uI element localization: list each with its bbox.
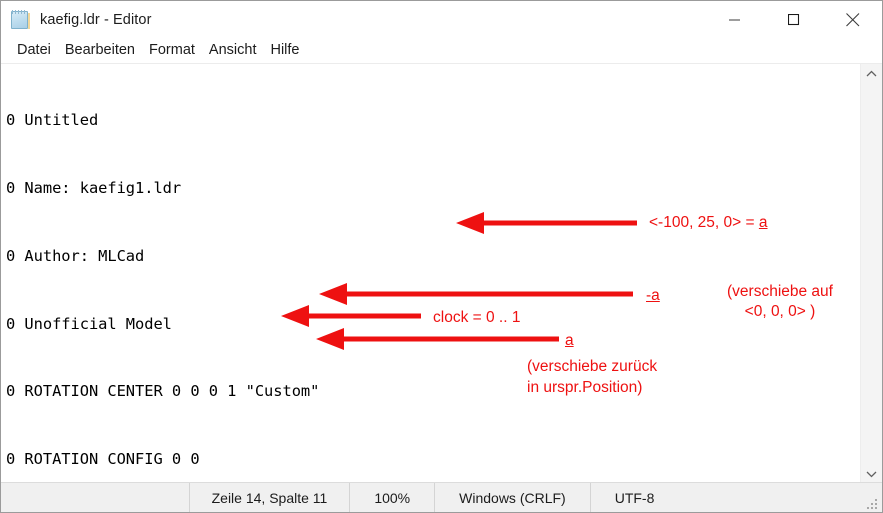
editor-area: 0 Untitled 0 Name: kaefig1.ldr 0 Author:… — [1, 63, 882, 484]
code-line: 0 Name: kaefig1.ldr — [6, 178, 182, 197]
menu-item-hilfe[interactable]: Hilfe — [263, 40, 306, 61]
status-spacer — [678, 483, 866, 513]
minimize-button[interactable] — [705, 1, 764, 38]
text-editor[interactable]: 0 Untitled 0 Name: kaefig1.ldr 0 Author:… — [1, 64, 860, 483]
minimize-icon — [728, 19, 740, 20]
maximize-icon — [787, 13, 799, 25]
status-bar: Zeile 14, Spalte 11 100% Windows (CRLF) … — [1, 482, 882, 512]
resize-grip-icon[interactable] — [866, 483, 882, 513]
title-bar: kaefig.ldr - Editor — [1, 1, 882, 38]
vertical-scrollbar[interactable] — [860, 64, 882, 484]
status-cursor-position: Zeile 14, Spalte 11 — [211, 489, 328, 506]
code-line: 0 ROTATION CENTER 0 0 0 1 "Custom" — [6, 382, 320, 401]
status-spacer — [1, 483, 189, 513]
scroll-up-button[interactable] — [861, 64, 882, 84]
notepad-icon — [10, 9, 31, 30]
notepad-window: kaefig.ldr - Editor Datei Bearbeiten For… — [0, 0, 883, 513]
menu-item-ansicht[interactable]: Ansicht — [202, 40, 264, 61]
scrollbar-track[interactable] — [861, 84, 882, 464]
maximize-button[interactable] — [764, 1, 823, 38]
status-line-endings[interactable]: Windows (CRLF) — [435, 483, 590, 513]
menu-item-datei[interactable]: Datei — [10, 40, 58, 61]
window-title: kaefig.ldr - Editor — [40, 11, 152, 28]
code-line: 0 Unofficial Model — [6, 314, 172, 333]
status-zoom[interactable]: 100% — [350, 483, 434, 513]
status-encoding[interactable]: UTF-8 — [591, 483, 679, 513]
code-line: 0 Author: MLCad — [6, 246, 145, 265]
text-content: 0 Untitled 0 Name: kaefig1.ldr 0 Author:… — [6, 64, 494, 483]
menu-item-format[interactable]: Format — [142, 40, 202, 61]
code-line: 0 ROTATION CONFIG 0 0 — [6, 450, 200, 469]
menu-bar: Datei Bearbeiten Format Ansicht Hilfe — [1, 38, 882, 63]
scroll-down-button[interactable] — [861, 464, 882, 484]
close-button[interactable] — [823, 1, 882, 38]
window-controls — [705, 1, 882, 38]
close-icon — [845, 12, 859, 26]
chevron-up-icon — [866, 70, 877, 77]
code-line: 0 Untitled — [6, 111, 99, 130]
chevron-down-icon — [866, 471, 877, 478]
menu-item-bearbeiten[interactable]: Bearbeiten — [58, 40, 142, 61]
